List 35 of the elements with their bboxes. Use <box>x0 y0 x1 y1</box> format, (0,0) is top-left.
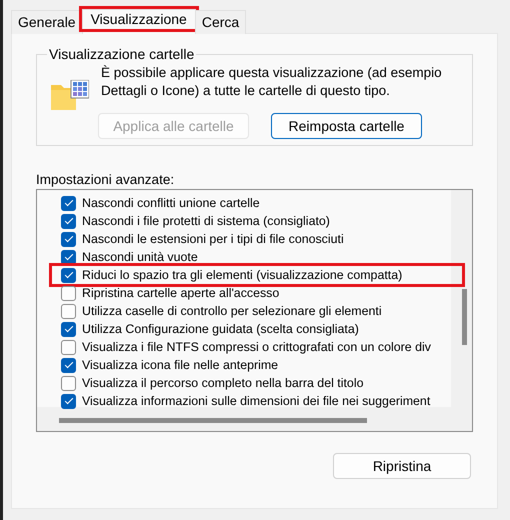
folder-icon <box>51 80 89 112</box>
checkbox-label: Utilizza Configurazione guidata (scelta consigliata) <box>82 322 359 336</box>
checkbox-label: Ripristina cartelle aperte all'accesso <box>82 286 280 300</box>
checkbox[interactable] <box>61 322 76 336</box>
restore-button[interactable]: Ripristina <box>333 453 471 479</box>
checkbox[interactable] <box>61 358 76 372</box>
checkbox-label: Nascondi le estensioni per i tipi di file conosciuti <box>82 232 344 246</box>
checkbox-label: Visualizza il percorso completo nella barra del titolo <box>82 376 364 390</box>
scrollbar-thumb[interactable] <box>59 418 367 423</box>
tab[interactable]: Generale <box>11 10 83 34</box>
action-button[interactable]: Reimposta cartelle <box>271 113 422 139</box>
checkbox[interactable] <box>61 268 76 282</box>
scrollbar-thumb[interactable] <box>462 289 467 345</box>
group-title: Visualizzazione cartelle <box>48 46 196 62</box>
checkbox[interactable] <box>61 340 76 354</box>
checkbox[interactable] <box>61 376 76 390</box>
checkbox[interactable] <box>61 250 76 264</box>
checkbox-label: Visualizza i file NTFS compressi o crittografati con un colore div <box>82 340 431 354</box>
tab[interactable]: Cerca <box>194 10 246 34</box>
tab[interactable]: Visualizzazione <box>82 9 196 34</box>
checkbox[interactable] <box>61 214 76 228</box>
checkbox-label: Nascondi i file protetti di sistema (consigliato) <box>82 214 330 228</box>
checkbox[interactable] <box>61 286 76 300</box>
checkbox-label: Nascondi conflitti unione cartelle <box>82 196 260 210</box>
checkbox-label: Nascondi unità vuote <box>82 250 198 264</box>
section-label: Impostazioni avanzate: <box>36 172 176 187</box>
checkbox-label: Visualizza icona file nelle anteprime <box>82 358 278 372</box>
checkbox[interactable] <box>61 196 76 210</box>
checkbox[interactable] <box>61 394 76 408</box>
checkbox[interactable] <box>61 304 76 318</box>
checkbox-label: Utilizza caselle di controllo per selezionare gli elementi <box>82 304 382 318</box>
checkbox[interactable] <box>61 232 76 246</box>
checkbox-label: Riduci lo spazio tra gli elementi (visualizzazione compatta) <box>82 268 402 282</box>
checkbox-label: Visualizza informazioni sulle dimensioni dei file nei suggeriment <box>82 394 430 408</box>
description-text: È possibile applicare questa visualizzazione (ad esempio Dettagli o Icone) a tutte le cartelle di questo tipo. <box>101 64 443 100</box>
